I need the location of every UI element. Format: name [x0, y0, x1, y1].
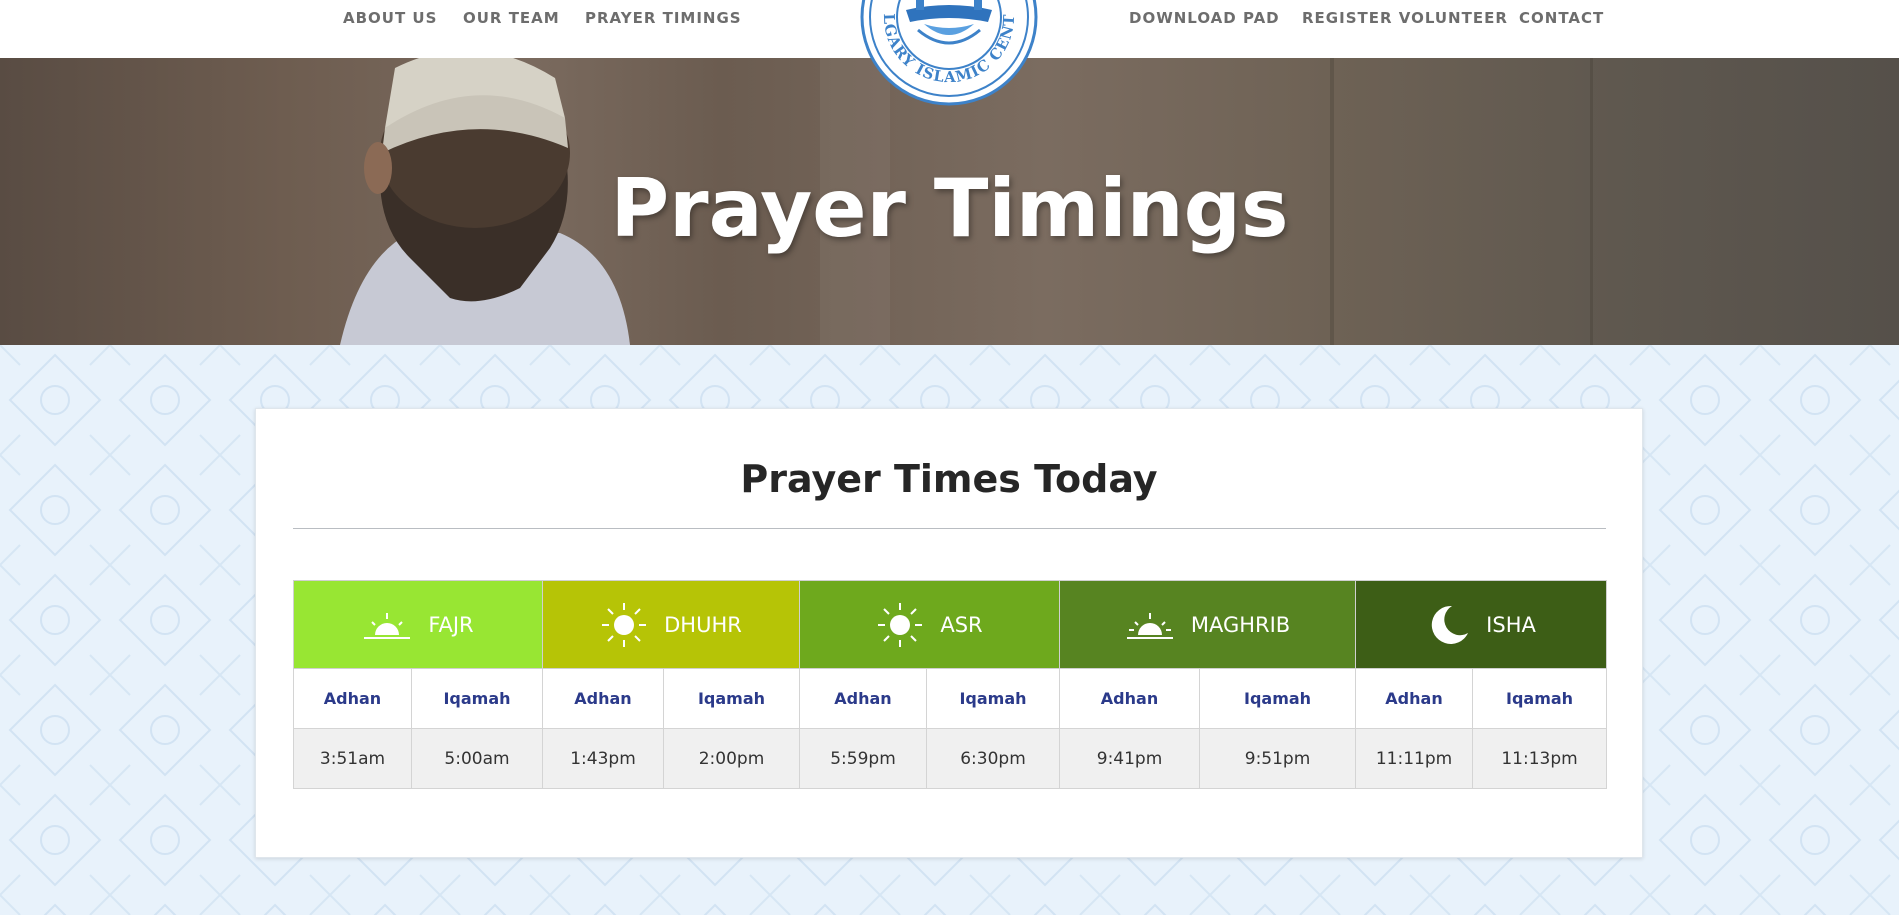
nav-our-team[interactable]: OUR TEAM: [463, 9, 560, 27]
sunrise-icon: [364, 612, 411, 639]
title-divider: [293, 528, 1606, 529]
isha-adhan-time: 11:11pm: [1355, 728, 1474, 789]
fajr-iqamah-time: 5:00am: [411, 728, 543, 789]
nav-contact[interactable]: CONTACT: [1519, 9, 1604, 27]
prayer-name-maghrib: MAGHRIB: [1190, 612, 1291, 637]
iqamah-label: Iqamah: [1472, 668, 1608, 729]
prayer-name-isha: ISHA: [1486, 612, 1536, 637]
nav-register-volunteer[interactable]: REGISTER VOLUNTEER: [1302, 9, 1508, 27]
card-title: Prayer Times Today: [740, 457, 1158, 501]
prayer-header-row: FAJR DHUHR ASR MAGHRIB ISHA: [293, 580, 1608, 669]
prayer-times-table: FAJR DHUHR ASR MAGHRIB ISHA Adhan Iqamah…: [293, 580, 1608, 789]
nav-about-us[interactable]: ABOUT US: [343, 9, 437, 27]
prayer-header-asr: ASR: [798, 580, 1061, 669]
sun-icon: [878, 602, 923, 647]
sunset-icon: [1126, 612, 1173, 639]
iqamah-label: Iqamah: [411, 668, 543, 729]
isha-iqamah-time: 11:13pm: [1472, 728, 1608, 789]
prayer-name-dhuhr: DHUHR: [664, 612, 742, 637]
mosque-logo[interactable]: CALGARY ISLAMIC CENTRE: [853, 0, 1038, 106]
adhan-label: Adhan: [542, 668, 664, 729]
iqamah-label: Iqamah: [663, 668, 800, 729]
dhuhr-iqamah-time: 2:00pm: [663, 728, 800, 789]
adhan-label: Adhan: [293, 668, 412, 729]
prayer-header-dhuhr: DHUHR: [542, 580, 800, 669]
dhuhr-adhan-time: 1:43pm: [542, 728, 664, 789]
adhan-label: Adhan: [1355, 668, 1474, 729]
adhan-label: Adhan: [799, 668, 927, 729]
page-title: Prayer Timings: [610, 162, 1289, 255]
fajr-adhan-time: 3:51am: [293, 728, 412, 789]
prayer-header-maghrib: MAGHRIB: [1059, 580, 1357, 669]
prayer-name-asr: ASR: [940, 612, 983, 637]
label-row: Adhan Iqamah Adhan Iqamah Adhan Iqamah A…: [293, 668, 1608, 729]
maghrib-adhan-time: 9:41pm: [1059, 728, 1201, 789]
nav-download-pad[interactable]: DOWNLOAD PAD: [1129, 9, 1280, 27]
time-row: 3:51am 5:00am 1:43pm 2:00pm 5:59pm 6:30p…: [293, 728, 1608, 789]
adhan-label: Adhan: [1059, 668, 1201, 729]
prayer-header-isha: ISHA: [1355, 580, 1608, 669]
maghrib-iqamah-time: 9:51pm: [1199, 728, 1357, 789]
nav-prayer-timings[interactable]: PRAYER TIMINGS: [585, 9, 742, 27]
moon-icon: [1431, 605, 1469, 644]
asr-adhan-time: 5:59pm: [799, 728, 927, 789]
prayer-header-fajr: FAJR: [293, 580, 543, 669]
iqamah-label: Iqamah: [1199, 668, 1357, 729]
iqamah-label: Iqamah: [925, 668, 1061, 729]
prayer-times-card: Prayer Times Today FAJR DHUHR ASR MAGHRI…: [255, 408, 1643, 858]
sun-icon: [602, 602, 647, 647]
prayer-name-fajr: FAJR: [428, 612, 474, 637]
asr-iqamah-time: 6:30pm: [925, 728, 1061, 789]
